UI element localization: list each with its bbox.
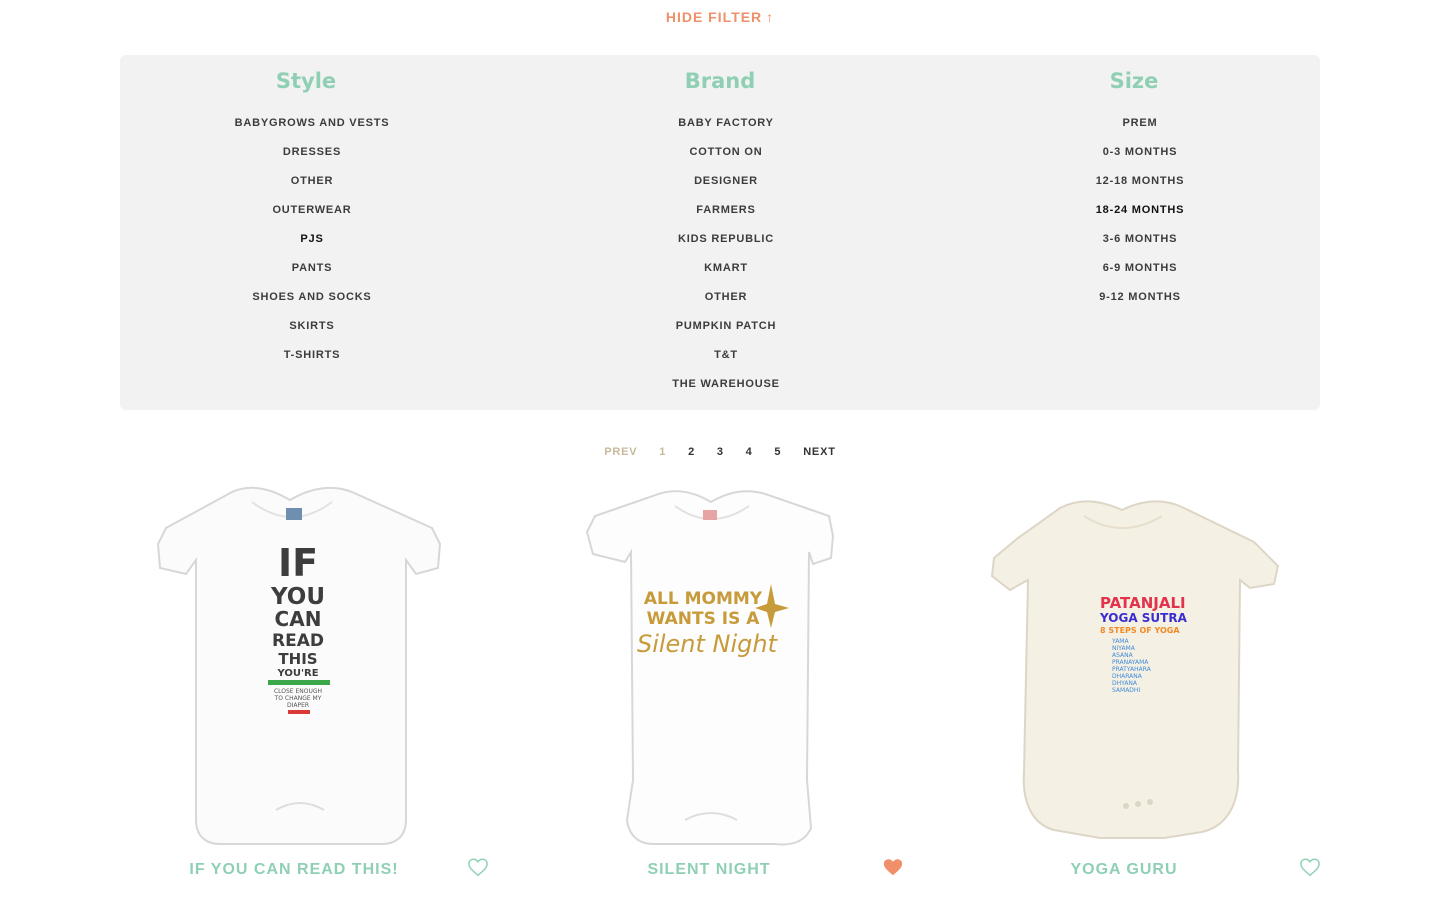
pagination: PREV 1 2 3 4 5 NEXT <box>0 446 1440 458</box>
print-line: ALL MOMMY <box>644 589 763 609</box>
style-filter: Style BABYGROWS AND VESTS DRESSES OTHER … <box>120 69 492 370</box>
product-card: PATANJALI YOGA SUTRA 8 STEPS OF YOGA YAM… <box>950 480 1320 890</box>
brand-option[interactable]: PUMPKIN PATCH <box>534 312 906 341</box>
print-line: YAMA <box>1111 638 1129 645</box>
print-line: WANTS IS A <box>647 609 761 629</box>
brand-option[interactable]: BABY FACTORY <box>534 109 906 138</box>
size-option[interactable]: 3-6 MONTHS <box>948 225 1320 254</box>
brand-filter: Brand BABY FACTORY COTTON ON DESIGNER FA… <box>534 69 906 399</box>
print-line: PRATYAHARA <box>1112 666 1152 673</box>
print-line: CLOSE ENOUGH <box>274 688 322 695</box>
product-image[interactable]: ALL MOMMY WANTS IS A Silent Night <box>535 480 895 850</box>
product-name[interactable]: YOGA GURU <box>950 861 1298 879</box>
print-line: ASANA <box>1112 652 1134 659</box>
prev-page-link[interactable]: PREV <box>604 446 637 458</box>
print-line: DHYANA <box>1112 680 1138 687</box>
page-link-1[interactable]: 1 <box>659 446 666 458</box>
brand-filter-title: Brand <box>684 69 756 93</box>
print-line: DHARANA <box>1112 673 1143 680</box>
brand-option[interactable]: KMART <box>534 254 906 283</box>
product-image[interactable]: PATANJALI YOGA SUTRA 8 STEPS OF YOGA YAM… <box>950 480 1310 850</box>
print-line: SAMADHI <box>1112 687 1140 694</box>
brand-option[interactable]: OTHER <box>534 283 906 312</box>
print-line: PRANAYAMA <box>1112 659 1149 666</box>
heart-filled-icon[interactable] <box>882 856 904 878</box>
hide-filter-toggle[interactable]: HIDE FILTER ↑ <box>0 9 1440 25</box>
print-line: THIS <box>278 650 317 668</box>
style-option[interactable]: OUTERWEAR <box>120 196 492 225</box>
filter-panel: Style BABYGROWS AND VESTS DRESSES OTHER … <box>120 55 1320 410</box>
style-option[interactable]: SKIRTS <box>120 312 492 341</box>
page-link-2[interactable]: 2 <box>688 446 695 458</box>
brand-option[interactable]: FARMERS <box>534 196 906 225</box>
size-option[interactable]: 6-9 MONTHS <box>948 254 1320 283</box>
size-option[interactable]: 9-12 MONTHS <box>948 283 1320 312</box>
brand-option[interactable]: T&T <box>534 341 906 370</box>
style-filter-title: Style <box>275 69 337 93</box>
size-option[interactable]: PREM <box>948 109 1320 138</box>
product-name[interactable]: IF YOU CAN READ THIS! <box>120 861 468 879</box>
product-card: ALL MOMMY WANTS IS A Silent Night SILENT… <box>535 480 903 890</box>
print-line: YOGA SUTRA <box>1099 611 1188 625</box>
print-line: 8 STEPS OF YOGA <box>1100 626 1180 635</box>
hide-filter-label: HIDE FILTER <box>665 9 763 25</box>
next-page-link[interactable]: NEXT <box>803 446 836 458</box>
style-option[interactable]: BABYGROWS AND VESTS <box>120 109 492 138</box>
size-option[interactable]: 18-24 MONTHS <box>948 196 1320 225</box>
product-name[interactable]: SILENT NIGHT <box>535 861 883 879</box>
arrow-up-icon: ↑ <box>766 9 775 25</box>
size-filter-title: Size <box>1109 69 1159 93</box>
product-image[interactable]: IF YOU CAN READ THIS YOU'RE CLOSE ENOUGH… <box>120 480 480 850</box>
style-option[interactable]: SHOES AND SOCKS <box>120 283 492 312</box>
style-option[interactable]: DRESSES <box>120 138 492 167</box>
print-line: Silent Night <box>637 630 779 658</box>
product-card: IF YOU CAN READ THIS YOU'RE CLOSE ENOUGH… <box>120 480 488 890</box>
print-line: DIAPER <box>287 702 309 709</box>
brand-option[interactable]: DESIGNER <box>534 167 906 196</box>
print-line: PATANJALI <box>1100 594 1186 612</box>
page-link-4[interactable]: 4 <box>746 446 753 458</box>
brand-option[interactable]: COTTON ON <box>534 138 906 167</box>
style-option[interactable]: OTHER <box>120 167 492 196</box>
page-link-5[interactable]: 5 <box>774 446 781 458</box>
print-line: TO CHANGE MY <box>274 695 322 702</box>
size-filter: Size PREM 0-3 MONTHS 12-18 MONTHS 18-24 … <box>948 69 1320 312</box>
print-line: YOU'RE <box>276 668 318 679</box>
brand-option[interactable]: THE WAREHOUSE <box>534 370 906 399</box>
heart-outline-icon[interactable] <box>1299 856 1321 878</box>
print-line: NIYAMA <box>1112 645 1136 652</box>
size-option[interactable]: 0-3 MONTHS <box>948 138 1320 167</box>
style-option[interactable]: PJS <box>120 225 492 254</box>
print-line: READ <box>272 631 324 651</box>
style-option[interactable]: PANTS <box>120 254 492 283</box>
size-option[interactable]: 12-18 MONTHS <box>948 167 1320 196</box>
print-line: IF <box>278 541 318 585</box>
style-option[interactable]: T-SHIRTS <box>120 341 492 370</box>
heart-outline-icon[interactable] <box>467 856 489 878</box>
print-line: CAN <box>275 607 322 631</box>
brand-option[interactable]: KIDS REPUBLIC <box>534 225 906 254</box>
page-link-3[interactable]: 3 <box>717 446 724 458</box>
